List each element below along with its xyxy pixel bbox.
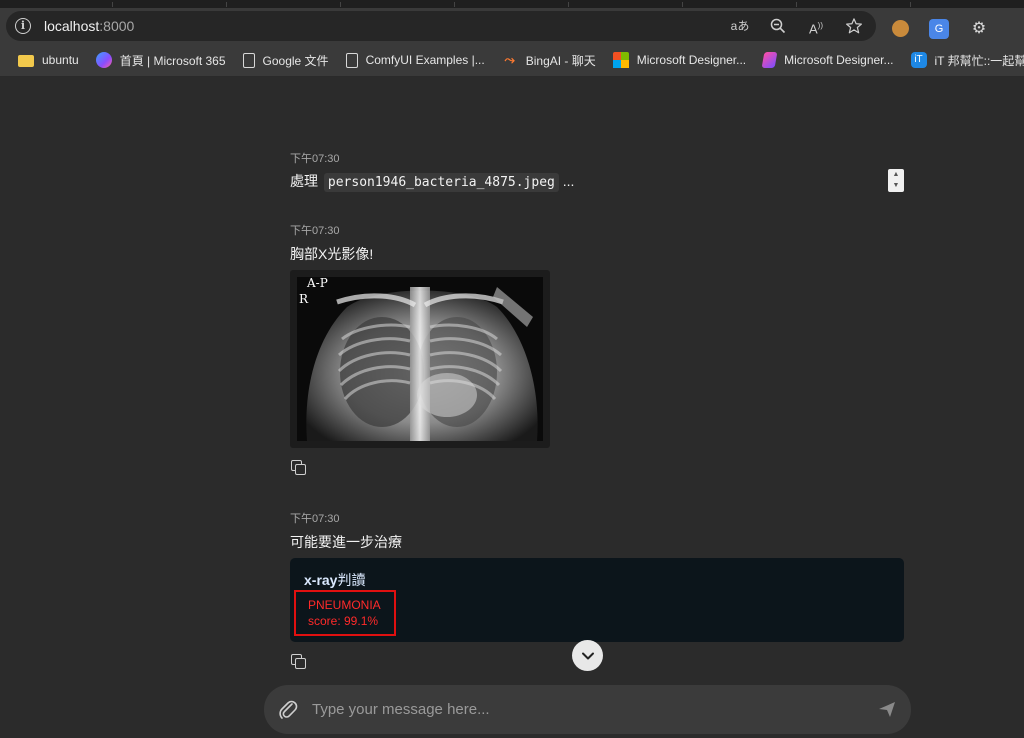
paperclip-icon[interactable] xyxy=(278,698,298,720)
bookmark-label: Microsoft Designer... xyxy=(636,53,747,67)
tab-separator xyxy=(454,2,455,7)
bookmark-microsoft-designer-1[interactable]: Microsoft Designer... xyxy=(612,52,747,68)
scroll-stepper[interactable]: ▲ ▼ xyxy=(888,169,904,192)
bookmark-label: ubuntu xyxy=(42,53,79,67)
result-title: x-ray判讀 xyxy=(304,570,365,590)
bookmark-label: BingAI - 聊天 xyxy=(525,53,596,68)
zoom-icon[interactable] xyxy=(766,15,790,37)
xray-label-ap: A-P xyxy=(306,277,328,290)
bookmark-google-docs[interactable]: Google 文件 xyxy=(242,52,329,69)
message-timestamp: 下午07:30 xyxy=(290,513,340,525)
diagnosis-label: PNEUMONIA xyxy=(308,598,381,612)
tab-separator xyxy=(226,2,227,7)
scroll-to-bottom-button[interactable] xyxy=(572,640,603,671)
bookmark-microsoft-designer-2[interactable]: Microsoft Designer... xyxy=(761,52,894,68)
tab-strip xyxy=(0,0,1024,8)
bookmark-label: Microsoft Designer... xyxy=(784,53,894,67)
microsoft365-icon xyxy=(95,52,112,68)
address-bar[interactable]: i localhost:8000 aあ A)) xyxy=(6,11,876,41)
xray-label-r: R xyxy=(299,292,309,306)
diagnosis-score: score: 99.1% xyxy=(308,614,379,628)
message-suffix: ... xyxy=(562,173,575,189)
bookmark-label: ComfyUI Examples |... xyxy=(365,53,485,67)
tab-separator xyxy=(112,2,113,7)
read-aloud-icon[interactable]: A)) xyxy=(804,15,828,37)
tab-separator xyxy=(682,2,683,7)
copy-icon[interactable] xyxy=(291,460,306,475)
bookmark-ubuntu[interactable]: ubuntu xyxy=(18,53,79,67)
designer-icon xyxy=(761,52,778,68)
result-title-suffix: 判讀 xyxy=(337,572,366,588)
bookmark-bingai[interactable]: ⤳ BingAI - 聊天 xyxy=(502,52,596,69)
address-bar-actions: aあ A)) xyxy=(728,15,866,37)
url-text[interactable]: localhost:8000 xyxy=(44,18,134,34)
diagnosis-box: PNEUMONIA score: 99.1% xyxy=(294,590,396,636)
chevron-down-icon xyxy=(581,652,594,660)
xray-result-card: x-ray判讀 PNEUMONIA score: 99.1% xyxy=(290,558,904,642)
chat-message: 處理 person1946_bacteria_4875.jpeg ... xyxy=(290,171,574,192)
message-input[interactable] xyxy=(312,698,852,720)
uploaded-filename: person1946_bacteria_4875.jpeg xyxy=(323,173,559,192)
bookmarks-bar: ubuntu 首頁 | Microsoft 365 Google 文件 Comf… xyxy=(0,44,1024,77)
bookmark-ithome[interactable]: iT iT 邦幫忙::一起幫忙... xyxy=(910,52,1024,69)
microsoft-icon xyxy=(612,52,629,68)
ithome-icon: iT xyxy=(910,52,927,68)
tab-separator xyxy=(340,2,341,7)
message-prefix: 處理 xyxy=(290,173,318,189)
bookmark-comfyui[interactable]: ComfyUI Examples |... xyxy=(345,52,485,68)
bookmark-label: Google 文件 xyxy=(262,53,329,68)
favorite-star-icon[interactable] xyxy=(842,15,866,37)
up-arrow-icon[interactable]: ▲ xyxy=(888,169,904,180)
url-host: localhost xyxy=(44,18,100,34)
folder-icon xyxy=(18,55,34,67)
extensions-puzzle-icon[interactable]: ⚙ xyxy=(969,19,989,39)
page-icon xyxy=(345,52,358,68)
cookie-extension-icon[interactable] xyxy=(892,20,909,37)
send-icon[interactable] xyxy=(877,699,897,719)
tab-separator xyxy=(568,2,569,7)
page-icon xyxy=(242,52,255,68)
bing-icon: ⤳ xyxy=(504,52,515,67)
down-arrow-icon[interactable]: ▼ xyxy=(888,180,904,191)
chat-message: 可能要進一步治療 xyxy=(290,534,402,550)
message-timestamp: 下午07:30 xyxy=(290,153,340,165)
result-title-prefix: x-ray xyxy=(304,572,338,588)
google-translate-icon[interactable]: G xyxy=(929,19,949,39)
chat-area: 下午07:30 處理 person1946_bacteria_4875.jpeg… xyxy=(0,78,1024,738)
bookmark-label: 首頁 | Microsoft 365 xyxy=(119,53,226,68)
message-timestamp: 下午07:30 xyxy=(290,225,340,237)
extensions-area: G ⚙ xyxy=(892,19,989,39)
tab-separator xyxy=(910,2,911,7)
read-aloud-translate-icon[interactable]: aあ xyxy=(728,15,752,37)
bookmark-microsoft365[interactable]: 首頁 | Microsoft 365 xyxy=(95,52,226,69)
chat-message: 胸部X光影像! xyxy=(290,246,374,262)
chest-xray-image[interactable]: A-P R xyxy=(297,277,543,441)
bookmark-label: iT 邦幫忙::一起幫忙... xyxy=(934,53,1024,68)
message-composer xyxy=(264,685,911,734)
site-info-icon[interactable]: i xyxy=(15,18,31,34)
xray-image-frame: A-P R xyxy=(290,270,550,448)
copy-icon[interactable] xyxy=(291,654,306,669)
url-port: :8000 xyxy=(99,18,135,34)
browser-toolbar: i localhost:8000 aあ A)) G ⚙ xyxy=(0,8,1024,44)
tab-separator xyxy=(796,2,797,7)
